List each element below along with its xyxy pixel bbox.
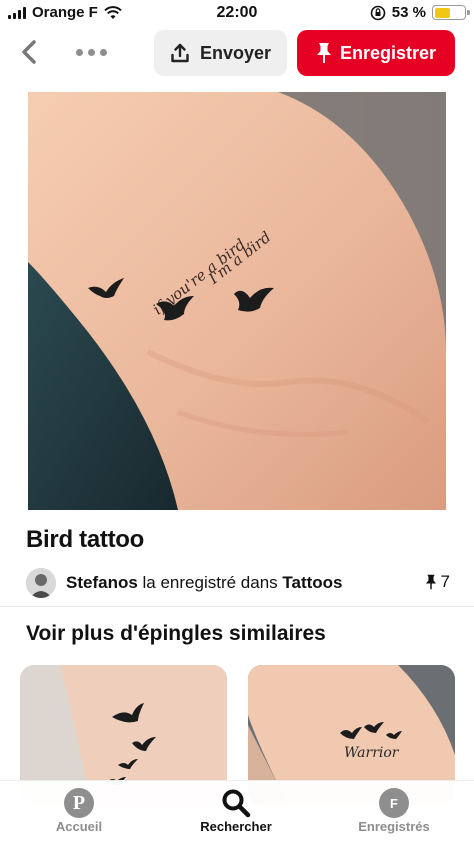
rotation-lock-icon	[370, 5, 386, 20]
back-arrow-icon[interactable]	[14, 36, 44, 68]
profile-avatar-icon: F	[379, 788, 409, 818]
bottom-nav: P Accueil Rechercher F Enregistrés	[0, 780, 474, 844]
battery-level	[434, 7, 450, 18]
battery-icon	[432, 5, 470, 20]
nav-home-label: Accueil	[55, 819, 103, 834]
save-button[interactable]: Enregistrer	[297, 30, 455, 76]
saved-by-connector: la enregistré dans	[137, 573, 283, 592]
send-button[interactable]: Envoyer	[154, 30, 287, 76]
pushpin-icon	[425, 574, 436, 590]
pin-toolbar: Envoyer Enregistrer	[0, 28, 474, 80]
save-button-label: Enregistrer	[339, 42, 437, 63]
status-right: 53 %	[370, 4, 470, 21]
battery-percent: 53 %	[391, 4, 426, 21]
pin-title: Bird tattoo	[26, 526, 145, 553]
nav-home[interactable]: P Accueil	[19, 787, 139, 834]
tattoo-photo: if you're a bird, I'm a bird	[28, 92, 446, 510]
similar-pins-heading: Voir plus d'épingles similaires	[26, 622, 326, 645]
saved-by-row: Stefanos la enregistré dans Tattoos 7	[26, 566, 450, 600]
send-button-label: Envoyer	[199, 42, 272, 63]
save-count: 7	[425, 572, 450, 592]
pin-image[interactable]: if you're a bird, I'm a bird	[28, 92, 446, 510]
search-icon	[222, 789, 251, 818]
avatar[interactable]	[26, 568, 56, 598]
save-count-value: 7	[440, 572, 450, 591]
saved-by-user-link[interactable]: Stefanos	[66, 573, 138, 592]
saved-by-text: Stefanos la enregistré dans Tattoos	[66, 573, 343, 593]
nav-search[interactable]: Rechercher	[176, 787, 296, 834]
nav-saved[interactable]: F Enregistrés	[334, 787, 454, 834]
divider	[0, 606, 474, 607]
pushpin-icon	[316, 43, 331, 63]
status-bar: Orange F 22:00 53 %	[0, 0, 474, 26]
nav-saved-label: Enregistrés	[358, 819, 430, 834]
share-upload-icon	[171, 43, 189, 63]
board-link[interactable]: Tattoos	[282, 573, 342, 592]
thumbnail-tattoo-text: Warrior	[344, 745, 400, 761]
pinterest-logo-icon: P	[64, 788, 94, 818]
more-options-icon[interactable]	[70, 38, 112, 66]
nav-search-label: Rechercher	[200, 819, 272, 834]
